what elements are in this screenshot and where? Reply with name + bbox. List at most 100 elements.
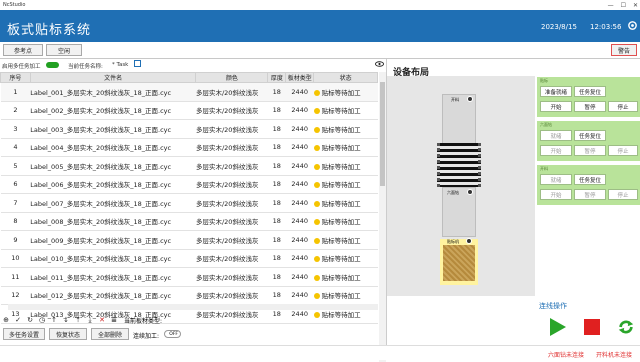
pause-button[interactable]: 暂停 (574, 101, 606, 112)
idle-button[interactable]: 空闲 (46, 44, 82, 56)
table-row[interactable]: 3 Label_003_多层实木_20斜纹浅灰_18_正面.cyc 多层实木/20斜… (0, 119, 378, 139)
minimize-icon[interactable]: — (608, 2, 614, 9)
cell-thickness: 18 (267, 230, 286, 250)
stop-button[interactable]: 停止 (608, 189, 638, 200)
continuous-toggle[interactable]: OFF (164, 330, 181, 338)
status-dot-icon (313, 256, 320, 263)
delete-icon[interactable]: ✕ (96, 316, 108, 324)
delete-all-button[interactable]: 全部删除 (91, 328, 129, 340)
ready-button[interactable]: 就绪 (540, 130, 572, 141)
table-row[interactable]: 9 Label_009_多层实木_20斜纹浅灰_18_正面.cyc 多层实木/20斜… (0, 230, 378, 250)
current-type-label: 当前板材类型: (124, 317, 163, 325)
check-icon[interactable]: ✓ (12, 316, 24, 324)
cell-status: 贴标等待加工 (313, 249, 378, 268)
reset-button[interactable]: 任务复位 (574, 86, 606, 97)
station-label-gear-icon (466, 238, 472, 244)
start-button[interactable]: 开始 (540, 189, 572, 200)
col-status: 状态 (313, 72, 378, 83)
multi-task-settings-button[interactable]: 多任务设置 (3, 328, 45, 340)
refresh-icon[interactable]: ↻ (24, 316, 36, 324)
reset-button[interactable]: 任务复位 (574, 130, 606, 141)
cell-color: 多层实木/20斜纹浅灰 (195, 286, 268, 305)
card-title: 贴标 (540, 78, 548, 83)
pause-button[interactable]: 暂停 (574, 145, 606, 156)
ready-button[interactable]: 就绪 (540, 174, 572, 185)
cell-filename: Label_006_多层实木_20斜纹浅灰_18_正面.cyc (30, 175, 196, 194)
clock-icon[interactable]: ◷ (36, 316, 48, 324)
cell-thickness: 18 (267, 175, 286, 194)
reset-button[interactable]: 任务复位 (574, 174, 606, 185)
cell-thickness: 18 (267, 101, 286, 120)
table-row[interactable]: 2 Label_002_多层实木_20斜纹浅灰_18_正面.cyc 多层实木/20斜… (0, 101, 378, 120)
start-button[interactable]: 开始 (540, 101, 572, 112)
cell-index: 3 (0, 119, 31, 139)
edit-task-icon[interactable] (134, 60, 141, 67)
scroll-thumb[interactable] (380, 82, 385, 186)
station-feed[interactable]: 开料 (442, 94, 476, 144)
col-filename: 文件名 (29, 72, 197, 83)
eye-icon[interactable] (375, 61, 384, 67)
start-button[interactable]: 开始 (540, 145, 572, 156)
move-up-icon[interactable]: ↑ (48, 316, 60, 324)
close-icon[interactable]: ✕ (633, 2, 638, 9)
continuous-label: 连续加工: (133, 333, 160, 340)
table-horizontal-scrollbar[interactable] (8, 304, 378, 310)
status-text: 贴标等待加工 (321, 218, 361, 227)
maximize-icon[interactable]: ☐ (621, 2, 626, 9)
col-color: 颜色 (195, 72, 269, 83)
list-icon[interactable]: ≣ (108, 316, 120, 324)
settings-icon[interactable] (627, 20, 638, 31)
move-bottom-icon[interactable]: ⤓ (84, 316, 96, 325)
pause-button[interactable]: 暂停 (574, 189, 606, 200)
table-row[interactable]: 10 Label_010_多层实木_20斜纹浅灰_18_正面.cyc 多层实木/20… (0, 249, 378, 268)
stop-icon[interactable] (584, 319, 600, 335)
reset-cycle-icon[interactable] (617, 317, 635, 337)
cell-color: 多层实木/20斜纹浅灰 (195, 212, 268, 231)
station-label-highlight: 贴标机 (440, 238, 478, 285)
add-icon[interactable]: ⊕ (0, 316, 12, 324)
cell-filename: Label_007_多层实木_20斜纹浅灰_18_正面.cyc (30, 193, 196, 213)
move-top-icon[interactable]: ⤒ (72, 316, 84, 325)
toolbar: 参考点 空闲 警告 (0, 42, 640, 59)
table-row[interactable]: 8 Label_008_多层实木_20斜纹浅灰_18_正面.cyc 多层实木/20斜… (0, 212, 378, 231)
cell-board-type: 2440 (285, 82, 314, 102)
multi-task-label: 启用多任务加工 (2, 64, 41, 70)
options-row: 启用多任务加工 当前任务名称: * Task (0, 59, 386, 71)
cell-color: 多层实木/20斜纹浅灰 (195, 267, 268, 287)
stop-button[interactable]: 停止 (608, 101, 638, 112)
ref-point-button[interactable]: 参考点 (3, 44, 43, 56)
cell-thickness: 18 (267, 119, 286, 139)
table-row[interactable]: 4 Label_004_多层实木_20斜纹浅灰_18_正面.cyc 多层实木/20斜… (0, 138, 378, 157)
status-dot-icon (313, 219, 320, 226)
cell-index: 9 (0, 230, 31, 250)
station-unload[interactable]: 六面钻 (442, 187, 476, 237)
station-card-label: 贴标 准备就绪 任务复位 开始 暂停 停止 (537, 77, 640, 117)
play-icon[interactable] (549, 317, 567, 337)
device-layout-panel: 设备布局 开料 六面钻 贴标机 贴标 准备就绪 任务复位 开始 暂停 停止 六面… (386, 59, 640, 345)
cell-thickness: 18 (267, 267, 286, 287)
table-row[interactable]: 7 Label_007_多层实木_20斜纹浅灰_18_正面.cyc 多层实木/20斜… (0, 193, 378, 213)
alarm-button[interactable]: 警告 (611, 44, 637, 56)
cell-filename: Label_009_多层实木_20斜纹浅灰_18_正面.cyc (30, 230, 196, 250)
restore-state-button[interactable]: 恢复状态 (49, 328, 87, 340)
cell-color: 多层实木/20斜纹浅灰 (195, 230, 268, 250)
ready-button[interactable]: 准备就绪 (540, 86, 572, 97)
cell-thickness: 18 (267, 82, 286, 102)
status-dot-icon (313, 182, 320, 189)
station-unload-label: 六面钻 (447, 190, 459, 195)
table-row[interactable]: 6 Label_006_多层实木_20斜纹浅灰_18_正面.cyc 多层实木/20斜… (0, 175, 378, 194)
table-row[interactable]: 1 Label_001_多层实木_20斜纹浅灰_18_正面.cyc 多层实木/20斜… (0, 82, 378, 102)
station-card-drill: 六面钻 就绪 任务复位 开始 暂停 停止 (537, 121, 640, 161)
cell-status: 贴标等待加工 (313, 193, 378, 213)
wood-board-image (443, 245, 475, 281)
move-down-icon[interactable]: ↓ (60, 316, 72, 324)
table-row[interactable]: 11 Label_011_多层实木_20斜纹浅灰_18_正面.cyc 多层实木/20… (0, 267, 378, 287)
multi-task-toggle[interactable] (46, 62, 59, 68)
cell-index: 10 (0, 249, 31, 268)
table-row[interactable]: 12 Label_012_多层实木_20斜纹浅灰_18_正面.cyc 多层实木/20… (0, 286, 378, 305)
status-text: 贴标等待加工 (321, 107, 361, 116)
stop-button[interactable]: 停止 (608, 145, 638, 156)
station-card-feed: 开料 就绪 任务复位 开始 暂停 停止 (537, 165, 640, 205)
table-row[interactable]: 5 Label_005_多层实木_20斜纹浅灰_18_正面.cyc 多层实木/20斜… (0, 156, 378, 176)
card-title: 六面钻 (540, 122, 552, 127)
